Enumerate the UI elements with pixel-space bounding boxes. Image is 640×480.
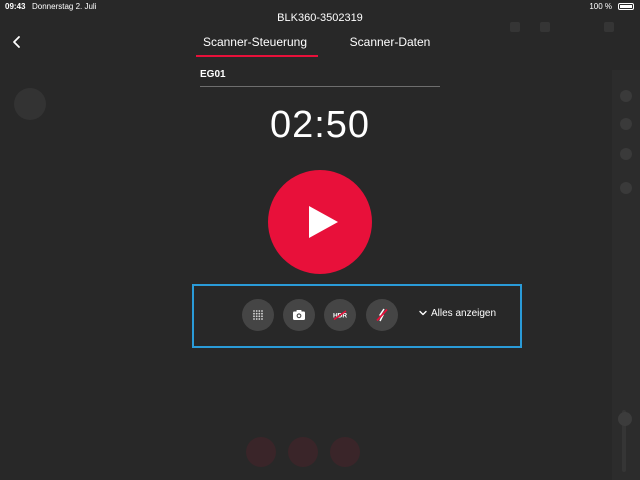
show-all-label: Alles anzeigen	[431, 308, 497, 319]
show-all-button[interactable]: Alles anzeigen	[418, 306, 496, 322]
background-rail-icon	[620, 90, 632, 102]
background-slider-knob	[618, 412, 632, 426]
tab-scanner-control[interactable]: Scanner-Steuerung	[192, 35, 318, 49]
chevron-down-icon	[419, 311, 427, 316]
active-tab-indicator	[196, 55, 318, 57]
background-rail-icon	[620, 182, 632, 194]
play-icon	[309, 206, 338, 238]
hdr-off-icon: HDR	[333, 310, 347, 321]
thermal-button[interactable]	[366, 299, 398, 331]
background-bottom-button	[246, 437, 276, 467]
battery-percent: 100 %	[589, 2, 612, 11]
background-bottom-button	[330, 437, 360, 467]
grid-dots-icon	[253, 310, 263, 320]
background-bottom-button	[288, 437, 318, 467]
density-button[interactable]	[242, 299, 274, 331]
location-input[interactable]: EG01	[200, 66, 440, 87]
back-button[interactable]	[8, 30, 28, 54]
battery-icon	[618, 3, 634, 10]
camera-icon	[293, 310, 305, 320]
background-rail-icon	[620, 148, 632, 160]
hdr-button[interactable]: HDR	[324, 299, 356, 331]
device-title: BLK360-3502319	[277, 12, 363, 24]
scan-timer: 02:50	[269, 104, 371, 146]
status-time: 09:43	[5, 2, 26, 11]
camera-button[interactable]	[283, 299, 315, 331]
status-date: Donnerstag 2. Juli	[32, 2, 97, 11]
start-scan-button[interactable]	[268, 170, 372, 274]
tab-scanner-data[interactable]: Scanner-Daten	[330, 35, 450, 49]
thermal-off-icon	[376, 308, 388, 322]
chevron-left-icon	[13, 36, 20, 48]
